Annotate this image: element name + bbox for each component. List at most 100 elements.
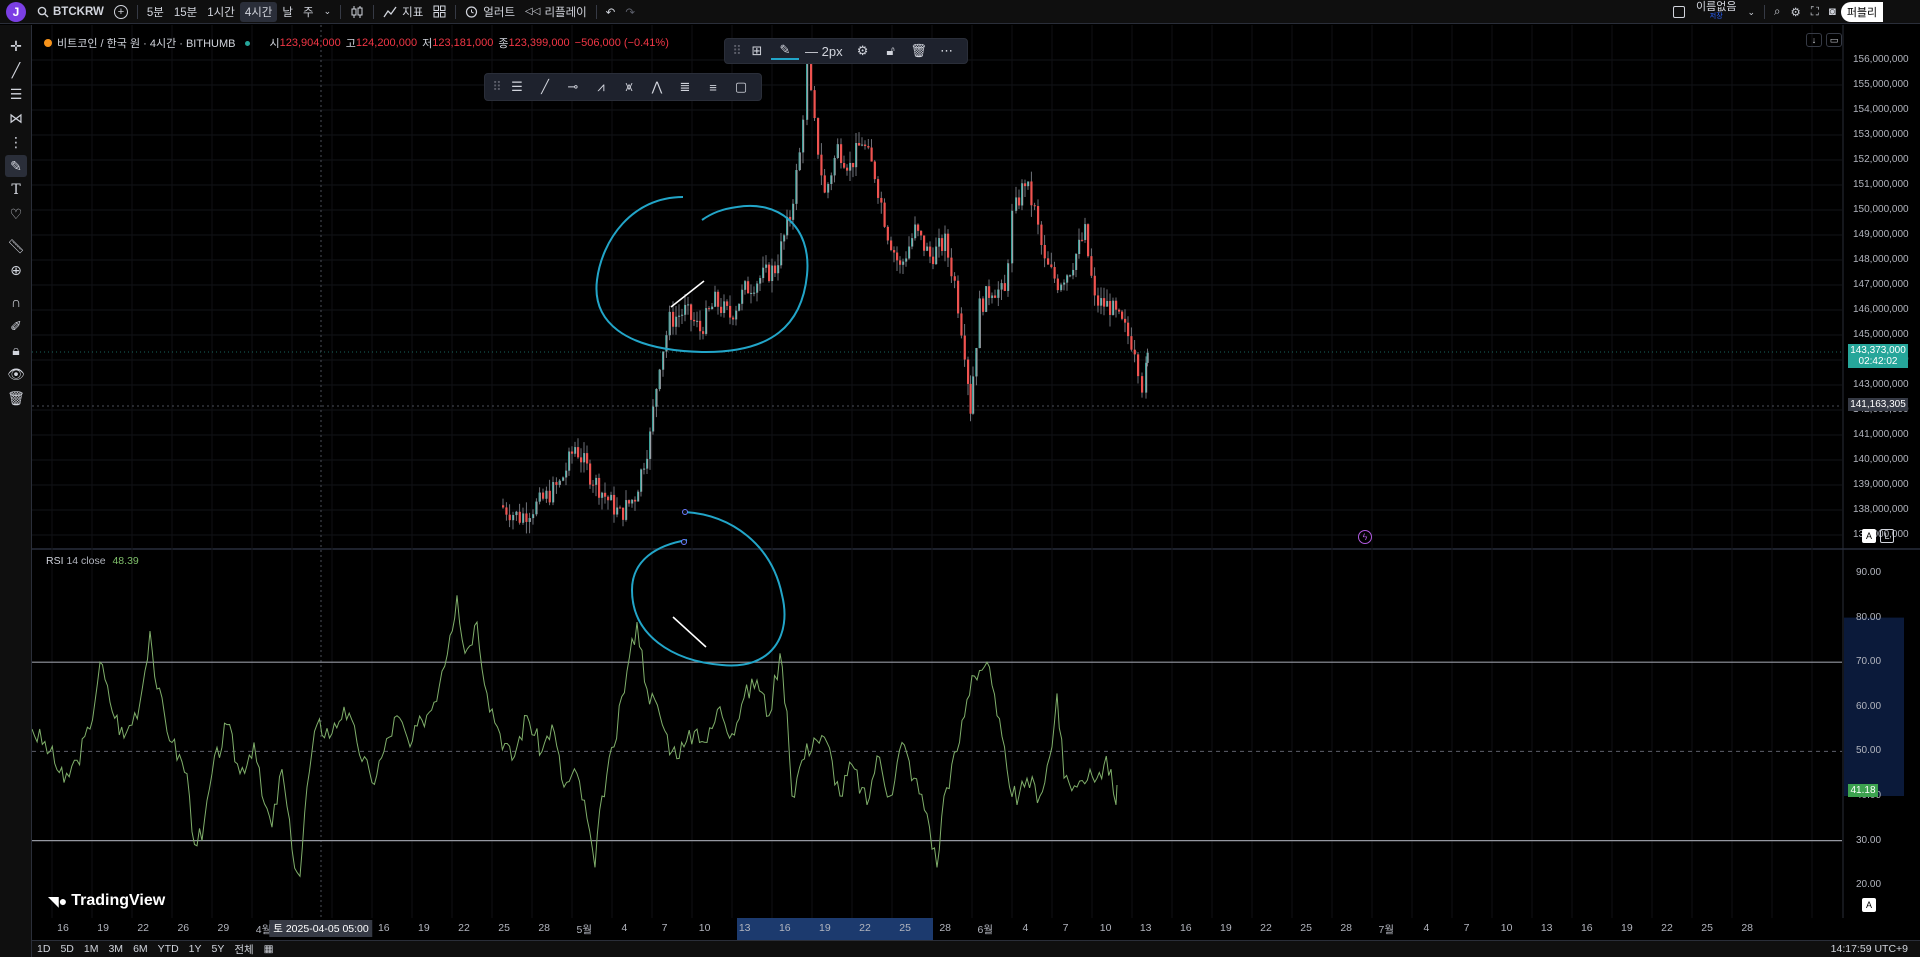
interval-5m[interactable]: 5분 — [142, 2, 169, 22]
chart-type-button[interactable] — [345, 2, 369, 22]
prediction-tool[interactable]: ⋮ — [5, 131, 27, 153]
range-3m[interactable]: 3M — [103, 943, 128, 955]
candle-body — [1115, 300, 1118, 310]
range-5y[interactable]: 5Y — [207, 943, 230, 955]
range-1m[interactable]: 1M — [79, 943, 104, 955]
layout-name-button[interactable]: 이름없음 저장 — [1696, 1, 1737, 21]
lock-icon[interactable]: 🔓︎ — [877, 43, 905, 59]
range-5d[interactable]: 5D — [55, 943, 78, 955]
candle-edge — [1000, 283, 1002, 290]
replay-button[interactable]: ◁◁ 리플레이 — [520, 2, 592, 22]
tradingview-logo[interactable]: ◥● TradingView — [48, 892, 165, 910]
range-all[interactable]: 전체 — [229, 942, 258, 957]
hide-drawings-tool[interactable]: 👁︎ — [5, 363, 27, 385]
settings-icon[interactable]: ⚙ — [849, 43, 877, 59]
rsi-overbought-fill — [442, 591, 472, 662]
templates-button[interactable] — [428, 2, 451, 22]
user-avatar[interactable]: J — [6, 1, 26, 22]
magnet-tool[interactable]: ∩ — [5, 291, 27, 313]
trash-icon[interactable]: 🗑︎ — [905, 43, 933, 59]
clock[interactable]: 14:17:59 UTC+9 — [1831, 943, 1908, 955]
crosshair-date-tag: 토 2025-04-05 05:00 — [269, 920, 373, 937]
fib-channel-icon[interactable]: ≣ — [671, 79, 699, 95]
impulse-wave-icon[interactable]: ⩙ — [615, 79, 643, 95]
interval-1h[interactable]: 1시간 — [202, 2, 240, 22]
rectangle-icon[interactable]: ▢ — [727, 79, 755, 95]
lock-drawings-tool[interactable]: 🔒︎ — [5, 339, 27, 361]
remove-drawings-tool[interactable]: 🗑︎ — [5, 387, 27, 409]
stay-in-drawing-tool[interactable]: ✐ — [5, 315, 27, 337]
layout-name: 이름없음 — [1696, 1, 1737, 13]
layout-checkbox[interactable] — [1668, 2, 1690, 22]
elliott-wave-icon[interactable]: ⩘ — [587, 79, 615, 95]
interval-1w[interactable]: 주 — [298, 2, 319, 22]
drag-handle-icon[interactable]: ⠿ — [731, 43, 743, 59]
publish-button[interactable]: 퍼블리 — [1840, 2, 1884, 22]
fullscreen-button[interactable]: ⛶ — [1806, 2, 1824, 22]
price-label: 152,000,000 — [1853, 154, 1909, 165]
chevron-down-icon: ⌄ — [1747, 6, 1756, 17]
rsi-legend[interactable]: RSI 14 close 48.39 — [46, 555, 139, 567]
open-value: 123,904,000 — [279, 37, 341, 49]
interval-dropdown[interactable]: ⌄ — [319, 2, 337, 22]
snapshot-button[interactable]: ◙ — [1824, 2, 1841, 22]
range-ytd[interactable]: YTD — [153, 943, 184, 955]
interval-1d[interactable]: 날 — [277, 2, 298, 22]
measure-tool[interactable]: 📏︎ — [5, 235, 27, 257]
time-axis[interactable]: 16192226294월101316192225285월471013161922… — [32, 918, 1842, 938]
indicators-button[interactable]: 지표 — [378, 2, 428, 22]
zoom-tool[interactable]: ⊕ — [5, 259, 27, 281]
candle-body — [693, 319, 696, 322]
indicators-label: 지표 — [402, 6, 424, 19]
log-scale-button[interactable]: L — [1880, 529, 1894, 543]
pane-collapse-button[interactable]: ↓ — [1806, 33, 1822, 47]
redo-button[interactable]: ↷ — [620, 2, 640, 22]
color-pencil-icon[interactable]: ✎ — [771, 42, 799, 60]
range-1d[interactable]: 1D — [32, 943, 55, 955]
trendline-icon[interactable]: ╱ — [531, 79, 559, 95]
text-tool[interactable]: T — [5, 179, 27, 201]
abcd-pattern-icon[interactable]: ⋀ — [643, 79, 671, 95]
alert-button[interactable]: 얼러트 — [460, 2, 520, 22]
symbol-label: BTCKRW — [53, 5, 104, 18]
template-icon[interactable]: ⊞ — [743, 43, 771, 59]
more-icon[interactable]: ⋯ — [933, 43, 961, 59]
symbol-search-button[interactable]: BTCKRW — [32, 2, 109, 22]
symbol-title[interactable]: 비트코인 / 한국 원 · 4시간 · BITHUMB — [57, 35, 235, 51]
fib-tool[interactable]: ☰ — [5, 83, 27, 105]
settings-button[interactable]: ⚙ — [1785, 2, 1805, 22]
rsi-auto-scale-button[interactable]: A — [1862, 898, 1876, 912]
undo-button[interactable]: ↶ — [601, 2, 621, 22]
interval-15m[interactable]: 15분 — [169, 2, 202, 22]
range-6m[interactable]: 6M — [128, 943, 153, 955]
icon-tool[interactable]: ♡ — [5, 203, 27, 225]
layout-dropdown[interactable]: ⌄ — [1742, 2, 1760, 22]
chart-canvas[interactable] — [32, 25, 1920, 940]
candle-edge — [926, 246, 927, 251]
candle-body — [994, 295, 997, 298]
pattern-tool[interactable]: ⋈ — [5, 107, 27, 129]
interval-4h[interactable]: 4시간 — [239, 1, 278, 22]
brush-tool[interactable]: ✎ — [5, 155, 27, 177]
time-label: 10 — [1099, 922, 1112, 934]
pane-maximize-button[interactable]: ▭ — [1826, 33, 1842, 47]
line-width-button[interactable]: — 2px — [799, 44, 849, 59]
current-price: 143,373,000 — [1850, 345, 1906, 356]
goto-date-button[interactable]: ▦ — [259, 943, 279, 955]
candle-body — [1030, 181, 1033, 206]
fib-retracement-icon[interactable]: ≡ — [699, 80, 727, 95]
trendline-tool[interactable]: ╱ — [5, 59, 27, 81]
auto-scale-button[interactable]: A — [1862, 529, 1876, 543]
drag-handle-icon[interactable]: ⠿ — [491, 79, 503, 95]
compare-symbol-button[interactable]: + — [109, 2, 133, 22]
candle-body — [896, 252, 899, 261]
quick-search-button[interactable]: ⌕ — [1769, 2, 1785, 22]
horizontal-ray-icon[interactable]: ⊸ — [559, 79, 587, 95]
crosshair-tool[interactable]: ✛ — [5, 35, 27, 57]
range-1y[interactable]: 1Y — [184, 943, 207, 955]
horizontal-lines-icon[interactable]: ☰ — [503, 79, 531, 95]
candle-edge — [935, 246, 936, 265]
candle-body — [518, 511, 521, 523]
event-marker[interactable]: ϟ — [1358, 530, 1372, 544]
price-label: 146,000,000 — [1853, 304, 1909, 315]
